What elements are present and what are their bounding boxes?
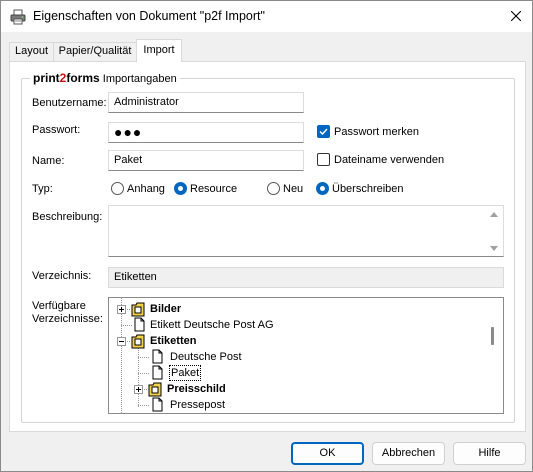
- close-button[interactable]: [499, 1, 532, 32]
- available-dirs-label-line2: Verzeichnisse:: [32, 313, 103, 325]
- group-title: print2forms Importangaben: [30, 71, 180, 85]
- description-scrollbar[interactable]: [486, 206, 503, 256]
- brand-logo: print2forms: [33, 71, 100, 85]
- remember-password-checkbox[interactable]: [317, 125, 330, 138]
- username-label: Benutzername:: [32, 97, 107, 109]
- collapse-minus-icon[interactable]: [117, 337, 126, 346]
- close-icon: [510, 10, 521, 24]
- tab-layout[interactable]: Layout: [9, 42, 54, 61]
- tab-import[interactable]: Import: [136, 39, 182, 62]
- type-radio-resource-label: Resource: [190, 183, 238, 195]
- group-title-label: Importangaben: [99, 73, 177, 85]
- tree-item-preisschild[interactable]: Preisschild: [167, 382, 226, 396]
- folder-icon: [131, 302, 145, 317]
- type-radio-anhang[interactable]: [111, 182, 124, 195]
- name-field[interactable]: Paket: [108, 150, 304, 171]
- tree-item-etikett-deutsche-post-ag[interactable]: Etikett Deutsche Post AG: [150, 318, 274, 332]
- cancel-button[interactable]: Abbrechen: [372, 442, 445, 465]
- tree-item-pressepost[interactable]: Pressepost: [170, 398, 225, 412]
- document-icon: [152, 365, 163, 380]
- name-label: Name:: [32, 155, 65, 167]
- directory-field: Etiketten: [108, 267, 504, 288]
- type-radio-anhang-label: Anhang: [127, 183, 165, 195]
- tree-item-deutsche-post[interactable]: Deutsche Post: [170, 350, 242, 364]
- mode-radio-ueberschreiben[interactable]: [316, 182, 329, 195]
- title-bar: Eigenschaften von Dokument "p2f Import": [1, 1, 532, 32]
- scroll-down-icon[interactable]: [490, 246, 498, 251]
- tree-item-etiketten[interactable]: Etiketten: [150, 334, 196, 348]
- tree-item-bilder[interactable]: Bilder: [150, 302, 181, 316]
- tree-item-paket[interactable]: Paket: [169, 365, 202, 381]
- description-textarea[interactable]: [108, 205, 504, 257]
- checkmark-icon: [319, 128, 328, 136]
- mode-radio-neu[interactable]: [267, 182, 280, 195]
- available-dirs-label-line1: Verfügbare: [32, 300, 86, 312]
- type-radio-resource[interactable]: [174, 182, 187, 195]
- expand-plus-icon[interactable]: [117, 305, 126, 314]
- folder-icon: [131, 334, 145, 349]
- tab-papier-qualitaet[interactable]: Papier/Qualität: [53, 42, 137, 61]
- document-icon: [134, 317, 145, 332]
- mode-radio-neu-label: Neu: [283, 183, 304, 195]
- ok-button[interactable]: OK: [291, 442, 364, 465]
- type-label: Typ:: [32, 183, 53, 195]
- help-button[interactable]: Hilfe: [453, 442, 526, 465]
- username-field[interactable]: Administrator: [108, 92, 304, 113]
- remember-password-label: Passwort merken: [334, 126, 419, 138]
- scroll-up-icon[interactable]: [490, 212, 498, 217]
- password-field[interactable]: ●●●: [108, 122, 304, 143]
- folder-icon: [148, 382, 162, 397]
- description-label: Beschreibung:: [32, 211, 103, 223]
- password-label: Passwort:: [32, 124, 81, 136]
- directory-label: Verzeichnis:: [32, 270, 92, 282]
- use-filename-checkbox[interactable]: [317, 153, 330, 166]
- mode-radio-ueberschreiben-label: Überschreiben: [332, 183, 404, 195]
- document-icon: [152, 349, 163, 364]
- use-filename-label: Dateiname verwenden: [334, 154, 445, 166]
- password-mask: ●●●: [114, 124, 143, 140]
- properties-dialog: Eigenschaften von Dokument "p2f Import" …: [0, 0, 533, 472]
- directory-tree[interactable]: Bilder Etikett Deutsche Post AG Etikette…: [108, 297, 504, 414]
- window-title: Eigenschaften von Dokument "p2f Import": [33, 9, 265, 23]
- expand-plus-icon[interactable]: [134, 385, 143, 394]
- tree-scrollbar-thumb[interactable]: [491, 327, 494, 345]
- printer-icon: [10, 9, 26, 25]
- document-icon: [152, 397, 163, 412]
